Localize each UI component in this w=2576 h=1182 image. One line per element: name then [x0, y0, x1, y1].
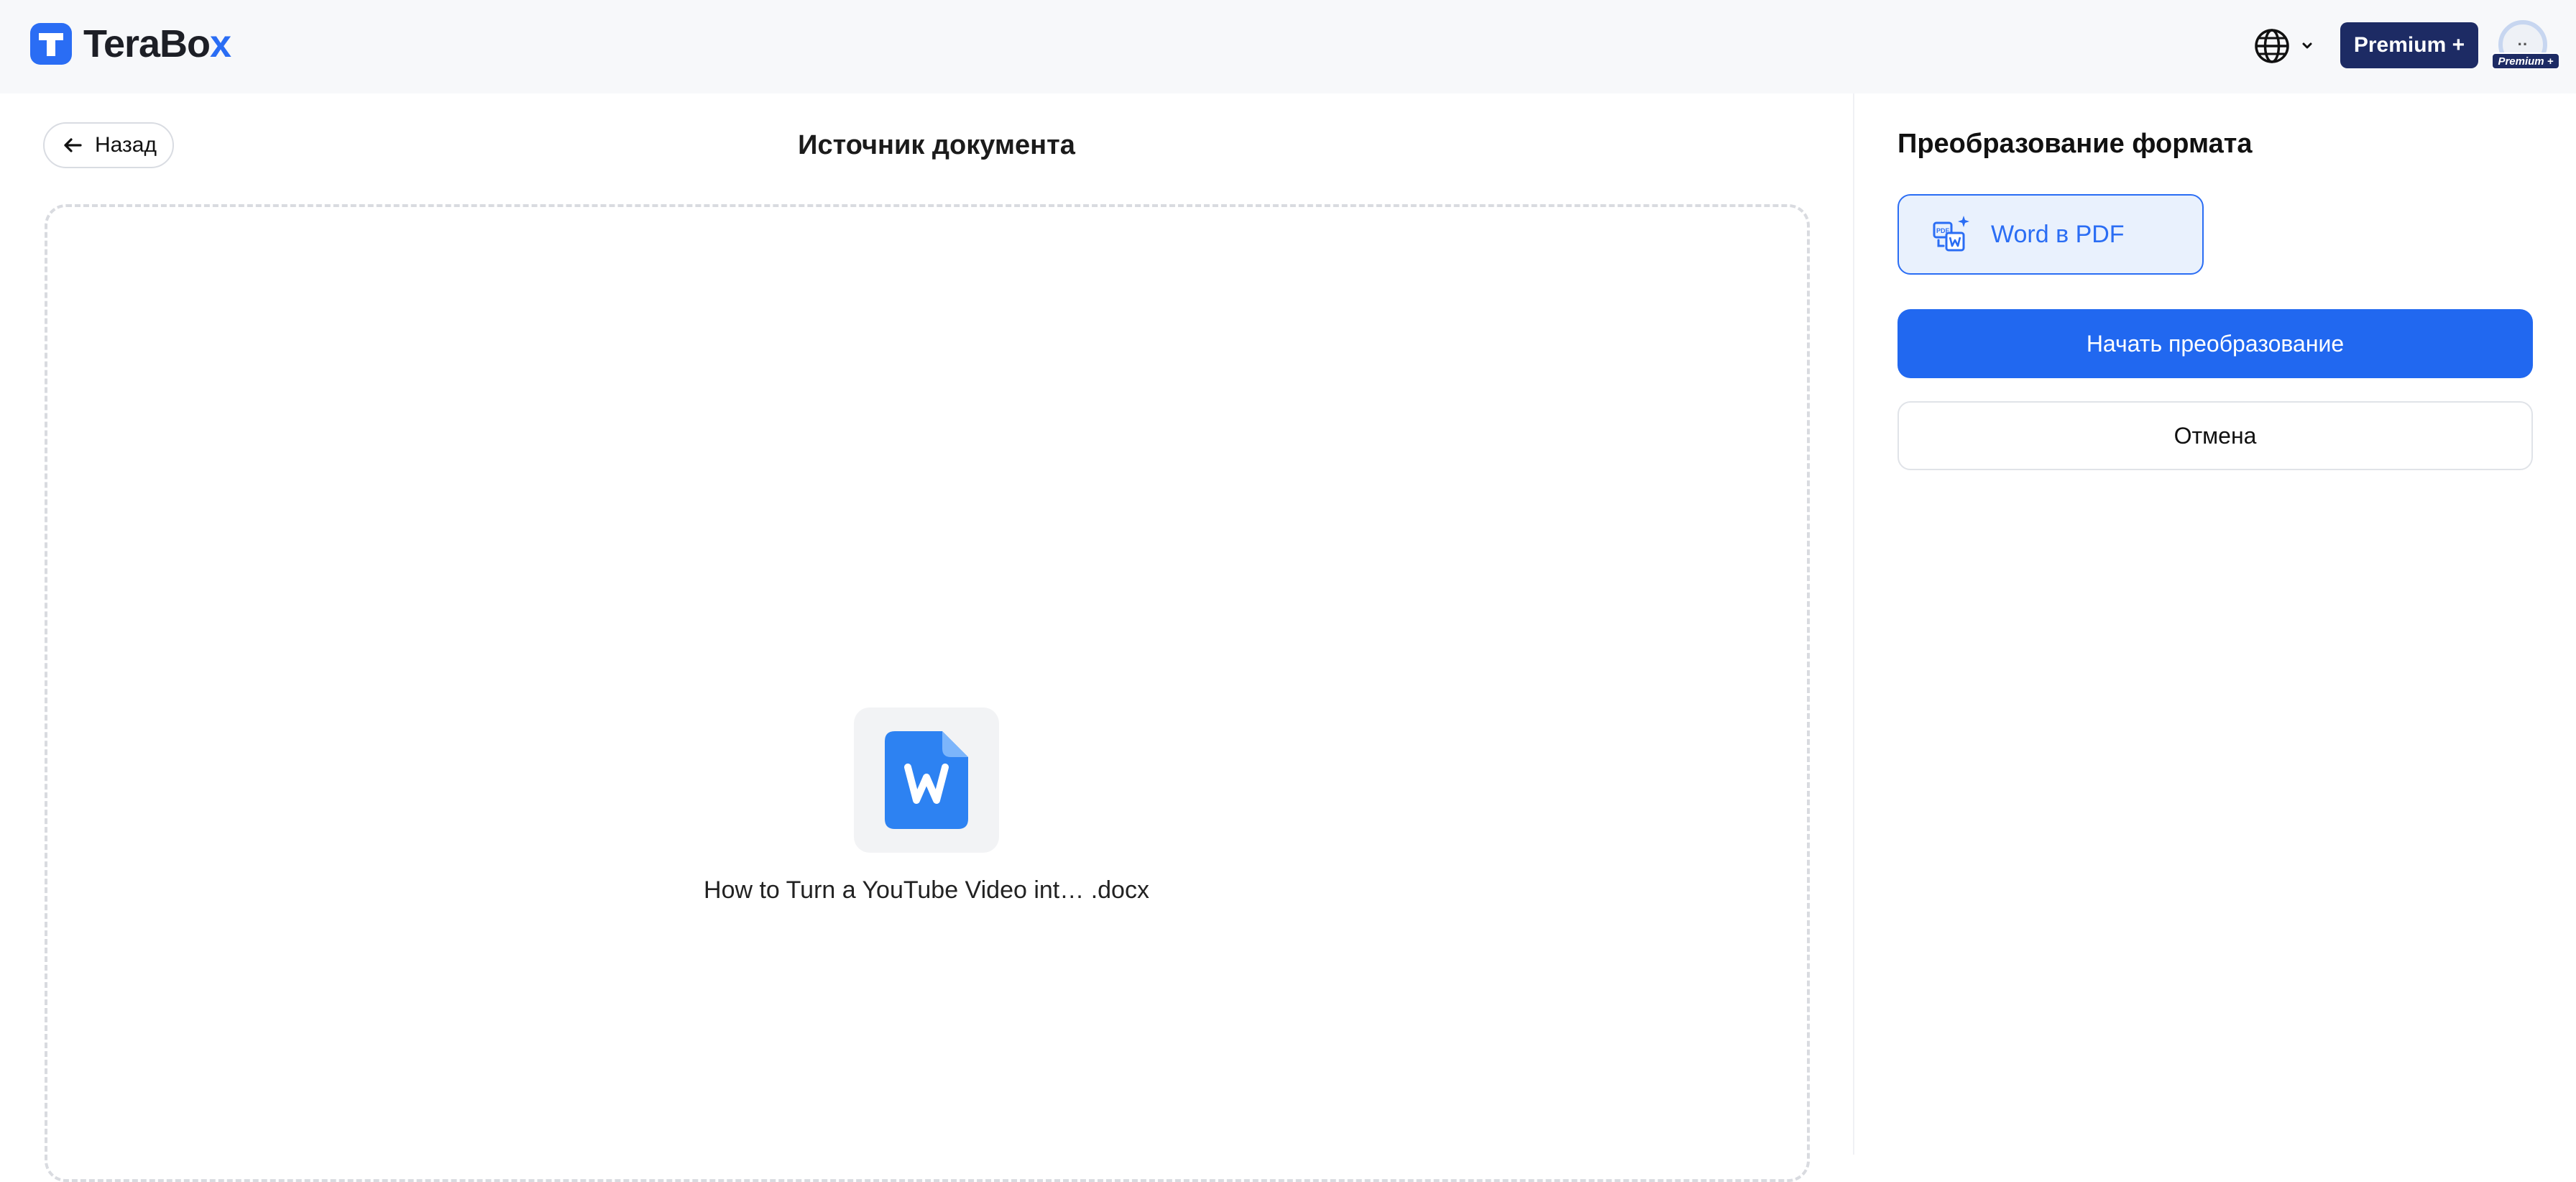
panel-divider	[1853, 93, 1854, 1155]
arrow-left-icon	[64, 138, 82, 152]
format-conversion-title: Преобразование формата	[1898, 129, 2253, 159]
globe-icon	[2255, 29, 2289, 63]
format-option-word-to-pdf[interactable]: PDF Word в PDF	[1898, 194, 2204, 275]
top-bar: TeraBox Premium + ·· Premium +	[0, 0, 2576, 93]
document-preview-area	[45, 204, 1810, 1182]
user-avatar-menu[interactable]: ·· Premium +	[2491, 20, 2563, 72]
language-selector[interactable]	[2253, 24, 2317, 68]
logo-text-accent: x	[210, 22, 231, 65]
word-file-icon	[885, 731, 968, 829]
file-name: How to Turn a YouTube Video int… .docx	[704, 876, 1149, 904]
page-title: Источник документа	[798, 130, 1075, 160]
terabox-logo-icon	[30, 23, 72, 65]
logo-text-main: TeraBo	[83, 22, 211, 65]
chevron-down-icon	[2302, 42, 2312, 49]
terabox-logo[interactable]: TeraBox	[29, 22, 231, 66]
start-conversion-button[interactable]: Начать преобразование	[1898, 309, 2533, 378]
pdf-word-convert-icon: PDF	[1933, 216, 1969, 252]
premium-button[interactable]: Premium +	[2340, 22, 2478, 68]
file-thumbnail[interactable]	[854, 707, 999, 853]
cancel-button[interactable]: Отмена	[1898, 401, 2533, 470]
back-button-label: Назад	[95, 133, 157, 157]
back-button[interactable]: Назад	[43, 122, 174, 168]
avatar-premium-badge: Premium +	[2491, 52, 2560, 70]
format-option-label: Word в PDF	[1991, 220, 2125, 248]
logo-wordmark: TeraBox	[83, 22, 231, 66]
